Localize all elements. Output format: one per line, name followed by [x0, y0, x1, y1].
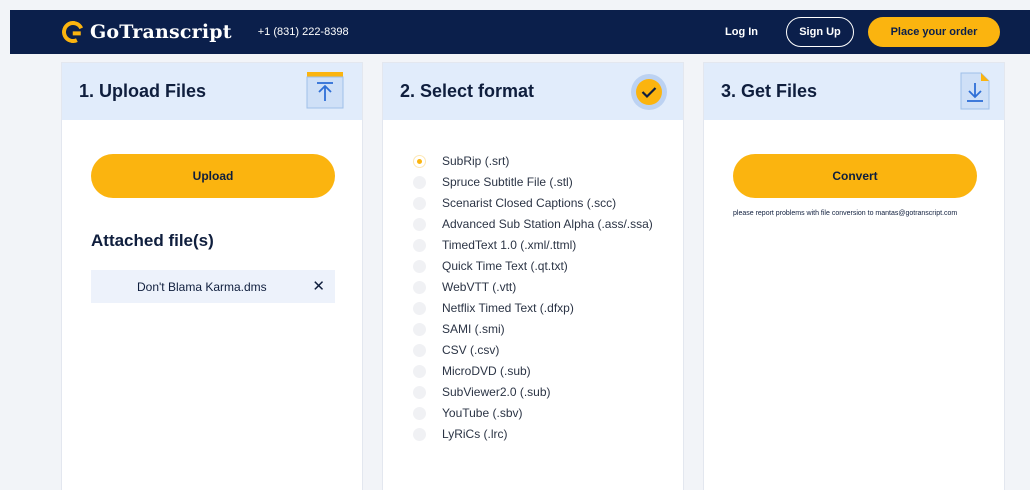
format-label: SubRip (.srt): [442, 154, 510, 168]
radio-unselected[interactable]: [413, 428, 426, 441]
format-option[interactable]: SubRip (.srt): [413, 154, 673, 169]
format-option[interactable]: LyRiCs (.lrc): [413, 427, 673, 442]
radio-unselected[interactable]: [413, 197, 426, 210]
format-label: TimedText 1.0 (.xml/.ttml): [442, 238, 577, 252]
upload-button[interactable]: Upload: [91, 154, 335, 198]
radio-unselected[interactable]: [413, 239, 426, 252]
format-option[interactable]: WebVTT (.vtt): [413, 280, 673, 295]
select-format-card: 2. Select format SubRip (.srt) Spruce Su…: [382, 62, 684, 490]
get-files-card: 3. Get Files Convert please report probl…: [703, 62, 1005, 490]
format-option[interactable]: SubViewer2.0 (.sub): [413, 385, 673, 400]
format-option[interactable]: CSV (.csv): [413, 343, 673, 358]
upload-card-header: 1. Upload Files: [62, 63, 362, 120]
radio-unselected[interactable]: [413, 344, 426, 357]
format-label: MicroDVD (.sub): [442, 364, 531, 378]
radio-unselected[interactable]: [413, 176, 426, 189]
format-card-header: 2. Select format: [383, 63, 683, 120]
format-label: LyRiCs (.lrc): [442, 427, 508, 441]
files-card-header: 3. Get Files: [704, 63, 1004, 120]
format-radio-list: SubRip (.srt) Spruce Subtitle File (.stl…: [413, 154, 673, 448]
format-option[interactable]: MicroDVD (.sub): [413, 364, 673, 379]
format-label: CSV (.csv): [442, 343, 500, 357]
place-order-button[interactable]: Place your order: [868, 17, 1000, 47]
radio-unselected[interactable]: [413, 407, 426, 420]
radio-unselected[interactable]: [413, 386, 426, 399]
format-card-title: 2. Select format: [400, 81, 535, 101]
upload-card-title: 1. Upload Files: [79, 81, 207, 101]
format-option[interactable]: SAMI (.smi): [413, 322, 673, 337]
attached-file-name: Don't Blama Karma.dms: [137, 279, 267, 294]
format-label: Quick Time Text (.qt.txt): [442, 259, 568, 273]
format-option[interactable]: Spruce Subtitle File (.stl): [413, 175, 673, 190]
phone-number[interactable]: +1 (831) 222-8398: [258, 26, 349, 38]
radio-unselected[interactable]: [413, 260, 426, 273]
upload-files-card: 1. Upload Files Upload Attached file(s) …: [61, 62, 363, 490]
upload-icon: [306, 72, 344, 109]
format-option[interactable]: Quick Time Text (.qt.txt): [413, 259, 673, 274]
check-icon: [631, 74, 667, 110]
radio-unselected[interactable]: [413, 281, 426, 294]
attached-files-heading: Attached file(s): [91, 231, 214, 250]
files-card-title: 3. Get Files: [721, 81, 818, 101]
format-label: SAMI (.smi): [442, 322, 505, 336]
attached-file-item: Don't Blama Karma.dms ✕: [91, 270, 335, 303]
close-icon[interactable]: ✕: [312, 279, 325, 294]
radio-unselected[interactable]: [413, 323, 426, 336]
format-label: Spruce Subtitle File (.stl): [442, 175, 573, 189]
radio-unselected[interactable]: [413, 302, 426, 315]
brand-name: GoTranscript: [90, 21, 232, 43]
radio-unselected[interactable]: [413, 218, 426, 231]
format-label: WebVTT (.vtt): [442, 280, 517, 294]
format-option[interactable]: YouTube (.sbv): [413, 406, 673, 421]
conversion-problem-note: please report problems with file convers…: [733, 210, 958, 217]
format-label: Scenarist Closed Captions (.scc): [442, 196, 617, 210]
format-option[interactable]: TimedText 1.0 (.xml/.ttml): [413, 238, 673, 253]
convert-button[interactable]: Convert: [733, 154, 977, 198]
radio-unselected[interactable]: [413, 365, 426, 378]
signup-button[interactable]: Sign Up: [786, 17, 854, 47]
radio-selected[interactable]: [413, 155, 426, 168]
format-label: YouTube (.sbv): [442, 406, 523, 420]
brand-logo[interactable]: GoTranscript: [58, 17, 232, 47]
format-option[interactable]: Advanced Sub Station Alpha (.ass/.ssa): [413, 217, 673, 232]
format-label: Advanced Sub Station Alpha (.ass/.ssa): [442, 217, 653, 231]
format-label: SubViewer2.0 (.sub): [442, 385, 551, 399]
download-icon: [960, 72, 990, 110]
logo-g-icon: [58, 17, 88, 47]
format-option[interactable]: Netflix Timed Text (.dfxp): [413, 301, 673, 316]
format-label: Netflix Timed Text (.dfxp): [442, 301, 574, 315]
top-navigation-bar: GoTranscript +1 (831) 222-8398 Log In Si…: [10, 10, 1030, 54]
format-option[interactable]: Scenarist Closed Captions (.scc): [413, 196, 673, 211]
login-link[interactable]: Log In: [725, 26, 758, 38]
